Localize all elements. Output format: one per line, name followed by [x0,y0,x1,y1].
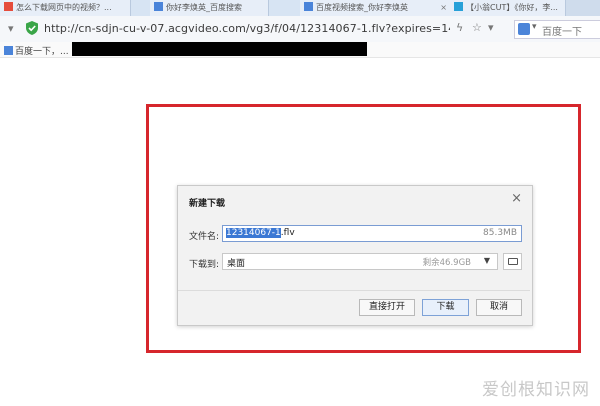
dialog-title: 新建下载 [189,199,226,209]
bookmark-icon [4,46,13,55]
filename-selected: 12314067-1 [226,228,281,238]
favicon-icon [154,2,163,11]
star-icon[interactable]: ☆ [472,21,482,34]
folder-icon [508,258,518,265]
favicon-icon [454,2,463,11]
dropdown-icon[interactable]: ▾ [488,21,494,34]
bookmark-item[interactable]: 百度一下，... [4,44,69,57]
watermark: 爱创根知识网 [482,380,590,400]
filename-ext: .flv [280,228,295,238]
favicon-icon [4,2,13,11]
close-icon[interactable]: × [440,0,447,16]
redaction-bar [72,42,367,56]
shield-check-icon [26,21,38,35]
search-placeholder: 百度一下 [542,27,582,38]
url-input[interactable]: http://cn-sdjn-cu-v-07.acgvideo.com/vg3/… [44,22,450,35]
new-download-dialog: 新建下载 × 文件名: 12314067-1.flv 85.3MB 下载到: 桌… [177,185,533,326]
divider [178,290,530,291]
new-tab-button[interactable] [566,0,600,16]
chevron-down-icon[interactable]: ▾ [532,22,537,32]
destination-value: 桌面 [227,259,246,269]
free-space: 剩余46.9GB [422,258,471,268]
tab-label: 你好李焕英_百度搜索 [166,3,242,12]
lightning-icon[interactable]: ϟ [456,21,463,34]
tab-3[interactable]: 百度视频搜索_你好李焕英 × [300,0,451,16]
dropdown-icon[interactable]: ▼ [484,256,490,265]
favicon-icon [304,2,313,11]
tab-bar: 怎么下载网页中的视频？... 你好李焕英_百度搜索 百度视频搜索_你好李焕英 ×… [0,0,600,16]
chevron-down-icon[interactable]: ▾ [8,22,14,35]
close-icon[interactable]: × [511,191,522,206]
destination-select[interactable]: 桌面 剩余46.9GB ▼ [222,253,498,270]
address-bar-area: ▾ http://cn-sdjn-cu-v-07.acgvideo.com/vg… [0,16,600,43]
filename-label: 文件名: [189,232,220,242]
filename-value: 12314067-1.flv [226,228,295,238]
tab-1[interactable]: 怎么下载网页中的视频？... [0,0,131,16]
file-size: 85.3MB [483,228,517,238]
browse-folder-button[interactable] [503,253,522,270]
search-input[interactable]: ▾ 百度一下 [514,20,600,39]
open-directly-button[interactable]: 直接打开 [359,299,415,316]
dest-label: 下载到: [189,260,220,270]
filename-field[interactable]: 12314067-1.flv 85.3MB [222,225,522,242]
tab-2[interactable]: 你好李焕英_百度搜索 [150,0,269,16]
tab-label: 【小翁CUT】《你好，李... [466,3,558,12]
tab-label: 百度视频搜索_你好李焕英 [316,3,408,12]
cancel-button[interactable]: 取消 [476,299,522,316]
baidu-icon [518,23,530,35]
tab-label: 怎么下载网页中的视频？... [16,3,112,12]
download-button[interactable]: 下载 [422,299,469,316]
tab-4[interactable]: 【小翁CUT】《你好，李... [450,0,566,16]
bookmark-label: 百度一下，... [15,47,69,57]
